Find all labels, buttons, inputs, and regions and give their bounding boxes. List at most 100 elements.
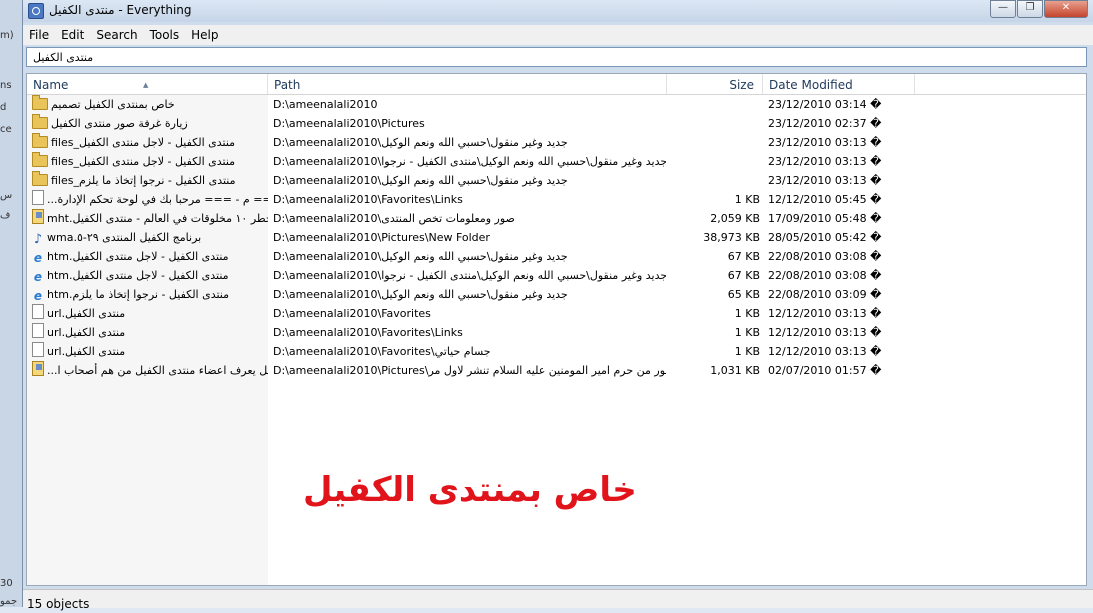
table-row[interactable]: e منتدى الكفيل - نرجوا إتخاذ ما يلزم.htm D… xyxy=(27,285,1086,304)
row-date-cell: 22/08/2010 03:08 � xyxy=(768,250,882,263)
row-path-cell: D:\ameenalali2010\Favorites\جسام حياتي xyxy=(273,345,491,358)
column-header-name-label: Name xyxy=(33,78,69,92)
row-date-cell: 23/12/2010 02:37 � xyxy=(768,117,882,130)
column-header-name[interactable]: ▲ Name xyxy=(27,74,268,94)
ie-icon: e xyxy=(33,251,43,265)
everything-app-icon xyxy=(28,3,44,19)
table-row[interactable]: خاص بمنتدى الكفيل تصميم D:\ameenalali2010… xyxy=(27,95,1086,114)
row-size-cell: 65 KB xyxy=(727,288,760,301)
right-edge xyxy=(1089,73,1092,586)
row-name-text: منتدى الكفيل.url xyxy=(47,307,126,320)
row-size-cell xyxy=(667,95,760,114)
row-size-cell xyxy=(667,171,760,190)
close-button[interactable]: ✕ xyxy=(1044,0,1088,18)
row-path-cell: D:\ameenalali2010\Favorites xyxy=(273,307,431,320)
menu-tools[interactable]: Tools xyxy=(144,25,186,45)
row-name-text: برنامج الكفيل المنتدى ٢٩-٥.wma xyxy=(47,231,202,244)
menu-search[interactable]: Search xyxy=(90,25,143,45)
table-row[interactable]: منتدى الكفيل - نرجوا إتخاذ ما يلزم_files… xyxy=(27,171,1086,190)
background-fragment: ce xyxy=(0,124,12,135)
column-header-size[interactable]: Size xyxy=(667,74,763,94)
column-header-path-label: Path xyxy=(274,78,301,92)
row-path-cell: D:\ameenalali2010\جديد وغير منقول\حسبي ا… xyxy=(273,269,666,282)
row-size-cell: 1 KB xyxy=(734,193,760,206)
ie-icon: e xyxy=(33,289,43,303)
row-size-cell: 1 KB xyxy=(734,326,760,339)
row-name-cell: هل يعرف اعضاء منتدى الكفيل من هم أصحاب ا… xyxy=(32,361,268,380)
background-fragment: س xyxy=(0,190,13,201)
table-row[interactable]: منتدى الكفيل.url D:\ameenalali2010\Favori… xyxy=(27,304,1086,323)
row-size-cell: 1,031 KB xyxy=(710,364,760,377)
row-name-cell: e منتدى الكفيل - نرجوا إتخاذ ما يلزم.htm xyxy=(32,285,268,304)
minimize-button[interactable]: — xyxy=(990,0,1016,18)
menu-edit[interactable]: Edit xyxy=(55,25,90,45)
table-row[interactable]: e منتدى الكفيل - لاجل منتدى الكفيل.htm D:\… xyxy=(27,247,1086,266)
row-size-cell: 38,973 KB xyxy=(703,231,760,244)
background-window-strip: m) ns d ce س ف 30 جمو xyxy=(0,0,22,607)
file-icon xyxy=(32,304,44,319)
status-object-count: 15 objects xyxy=(27,597,90,611)
table-row[interactable]: e منتدى الكفيل - لاجل منتدى الكفيل.htm D:\… xyxy=(27,266,1086,285)
row-date-cell: 22/08/2010 03:08 � xyxy=(768,269,882,282)
row-size-cell: 2,059 KB xyxy=(710,212,760,225)
row-name-cell: === م - === مرحبا بك في لوحة تحكم الإدار… xyxy=(32,190,268,209)
mht-icon xyxy=(32,361,44,376)
row-size-cell xyxy=(667,152,760,171)
row-path-cell: D:\ameenalali2010\Favorites\Links xyxy=(273,326,463,339)
background-fragment: 30 xyxy=(0,578,13,589)
background-fragment: d xyxy=(0,102,7,113)
menu-help[interactable]: Help xyxy=(185,25,224,45)
background-fragment: ف xyxy=(0,210,11,221)
row-date-cell: 12/12/2010 03:13 � xyxy=(768,307,882,320)
row-name-text: منتدى الكفيل - نرجوا إتخاذ ما يلزم.htm xyxy=(47,288,230,301)
table-row[interactable]: ♪ برنامج الكفيل المنتدى ٢٩-٥.wma D:\ameena… xyxy=(27,228,1086,247)
row-name-text: منتدى الكفيل - لاجل منتدى الكفيل_files xyxy=(51,136,236,149)
row-path-cell: D:\ameenalali2010\Pictures xyxy=(273,117,425,130)
file-icon xyxy=(32,190,44,205)
row-name-cell: أخطر ١٠ مخلوقات في العالم - منتدى الكفيل… xyxy=(32,209,268,228)
search-input[interactable]: منتدى الكفيل xyxy=(26,47,1087,67)
title-bar[interactable]: منتدى الكفيل - Everything — ❐ ✕ xyxy=(23,0,1093,22)
maximize-button[interactable]: ❐ xyxy=(1017,0,1043,18)
table-row[interactable]: منتدى الكفيل.url D:\ameenalali2010\Favori… xyxy=(27,323,1086,342)
row-date-cell: 23/12/2010 03:14 � xyxy=(768,98,882,111)
file-icon xyxy=(32,342,44,357)
table-row[interactable]: هل يعرف اعضاء منتدى الكفيل من هم أصحاب ا… xyxy=(27,361,1086,380)
background-fragment: m) xyxy=(0,30,14,41)
row-name-cell: زيارة غرفة صور منتدى الكفيل xyxy=(32,114,268,133)
row-path-cell: D:\ameenalali2010\جديد وغير منقول\حسبي ا… xyxy=(273,155,666,168)
row-date-cell: 23/12/2010 03:13 � xyxy=(768,174,882,187)
table-row[interactable]: منتدى الكفيل - لاجل منتدى الكفيل_files D:… xyxy=(27,133,1086,152)
column-header-size-label: Size xyxy=(729,78,754,92)
row-date-cell: 22/08/2010 03:09 � xyxy=(768,288,882,301)
menu-file[interactable]: File xyxy=(23,25,55,45)
row-name-text: زيارة غرفة صور منتدى الكفيل xyxy=(51,117,188,130)
table-row[interactable]: زيارة غرفة صور منتدى الكفيل D:\ameenalali… xyxy=(27,114,1086,133)
row-path-cell: D:\ameenalali2010\جديد وغير منقول\حسبي ا… xyxy=(273,250,568,263)
table-row[interactable]: === م - === مرحبا بك في لوحة تحكم الإدار… xyxy=(27,190,1086,209)
row-size-cell: 67 KB xyxy=(727,269,760,282)
table-row[interactable]: منتدى الكفيل.url D:\ameenalali2010\Favori… xyxy=(27,342,1086,361)
row-name-text: منتدى الكفيل.url xyxy=(47,326,126,339)
row-size-cell: 1 KB xyxy=(734,307,760,320)
row-date-cell: 12/12/2010 05:45 � xyxy=(768,193,882,206)
table-row[interactable]: أخطر ١٠ مخلوقات في العالم - منتدى الكفيل… xyxy=(27,209,1086,228)
row-name-cell: e منتدى الكفيل - لاجل منتدى الكفيل.htm xyxy=(32,266,268,285)
row-path-cell: D:\ameenalali2010\Pictures\صور من حرم ام… xyxy=(273,364,666,377)
table-row[interactable]: منتدى الكفيل - لاجل منتدى الكفيل_files D:… xyxy=(27,152,1086,171)
background-fragment: جمو xyxy=(0,596,18,607)
row-path-cell: D:\ameenalali2010 xyxy=(273,98,378,111)
folder-icon xyxy=(32,95,48,110)
row-path-cell: D:\ameenalali2010\Pictures\New Folder xyxy=(273,231,490,244)
column-header-path[interactable]: Path xyxy=(268,74,667,94)
row-name-cell: منتدى الكفيل.url xyxy=(32,342,268,361)
background-fragment: ns xyxy=(0,80,12,91)
row-path-cell: D:\ameenalali2010\جديد وغير منقول\حسبي ا… xyxy=(273,136,568,149)
column-header-date-modified[interactable]: Date Modified xyxy=(763,74,915,94)
row-name-text: خاص بمنتدى الكفيل تصميم xyxy=(51,98,175,111)
row-name-cell: خاص بمنتدى الكفيل تصميم xyxy=(32,95,268,114)
music-icon: ♪ xyxy=(33,232,43,247)
row-date-cell: 23/12/2010 03:13 � xyxy=(768,155,882,168)
row-name-text: منتدى الكفيل - لاجل منتدى الكفيل.htm xyxy=(47,250,229,263)
row-name-text: أخطر ١٠ مخلوقات في العالم - منتدى الكفيل… xyxy=(47,212,268,225)
